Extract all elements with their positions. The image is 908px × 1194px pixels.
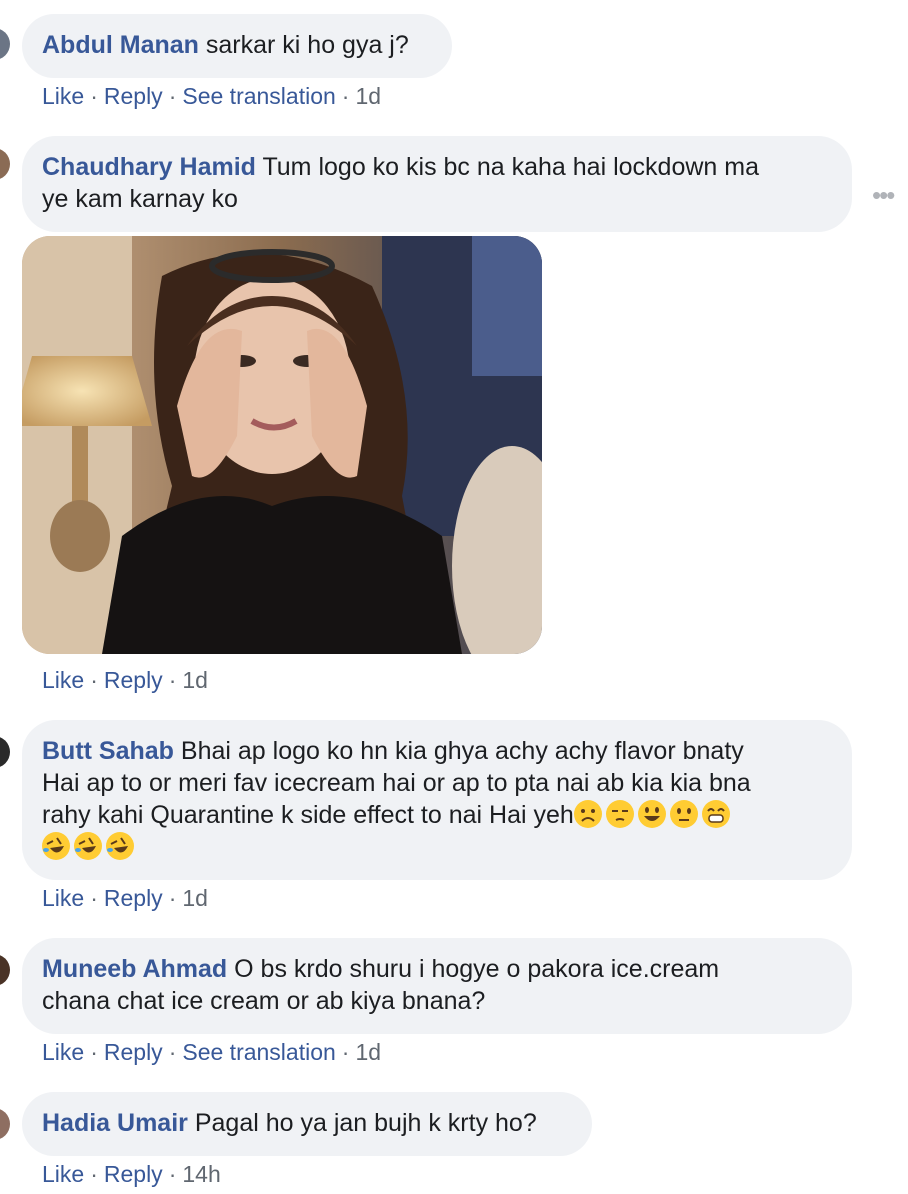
separator-dot: · (341, 83, 350, 109)
comment-bubble: Muneeb Ahmad O bs krdo shuru i hogye o p… (22, 938, 852, 1034)
separator-dot: · (168, 83, 177, 109)
separator-dot: · (168, 1039, 177, 1065)
comment-time[interactable]: 1d (182, 885, 208, 911)
reply-link[interactable]: Reply (104, 1161, 163, 1187)
comment-time[interactable]: 1d (355, 1039, 381, 1065)
grinning-face-icon (637, 800, 666, 828)
neutral-face-icon (669, 800, 698, 828)
separator-dot: · (90, 1039, 98, 1065)
comment-actions: Like · Reply · 14h (42, 1160, 221, 1188)
rolling-laughing-face-icon (42, 832, 70, 860)
like-link[interactable]: Like (42, 83, 84, 109)
avatar[interactable] (0, 1108, 10, 1140)
unamused-face-icon (605, 800, 634, 828)
reply-link[interactable]: Reply (104, 83, 163, 109)
comment-text: Tum logo ko kis bc na kaha hai lockdown … (262, 153, 759, 181)
comment-bubble: Butt Sahab Bhai ap logo ko hn kia ghya a… (22, 720, 852, 880)
comment-time[interactable]: 1d (182, 667, 208, 693)
separator-dot: · (90, 83, 98, 109)
rolling-laughing-face-icon (106, 832, 134, 860)
comment-text: Bhai ap logo ko hn kia ghya achy achy fl… (180, 737, 744, 765)
separator-dot: · (90, 885, 98, 911)
comment-text: rahy kahi Quarantine k side effect to na… (42, 801, 574, 829)
comment-actions: Like · Reply · 1d (42, 666, 208, 694)
see-translation-link[interactable]: See translation (182, 1039, 335, 1065)
comment-bubble: Abdul Manan sarkar ki ho gya j? (22, 14, 452, 78)
separator-dot: · (90, 1161, 98, 1187)
comment-actions: Like · Reply · See translation · 1d (42, 82, 381, 110)
like-link[interactable]: Like (42, 667, 84, 693)
avatar[interactable] (0, 954, 10, 986)
frowning-face-icon (573, 800, 602, 828)
reply-link[interactable]: Reply (104, 1039, 163, 1065)
comment-author[interactable]: Abdul Manan (42, 31, 199, 59)
comment-author[interactable]: Hadia Umair (42, 1109, 188, 1137)
photo-image (22, 236, 542, 654)
beaming-face-icon (701, 800, 730, 828)
like-link[interactable]: Like (42, 885, 84, 911)
comment-text: sarkar ki ho gya j? (205, 31, 409, 59)
separator-dot: · (168, 1161, 177, 1187)
avatar[interactable] (0, 28, 10, 60)
comment-actions: Like · Reply · 1d (42, 884, 208, 912)
separator-dot: · (341, 1039, 350, 1065)
avatar[interactable] (0, 736, 10, 768)
comment-author[interactable]: Muneeb Ahmad (42, 955, 227, 983)
see-translation-link[interactable]: See translation (182, 83, 335, 109)
comment-text: O bs krdo shuru i hogye o pakora ice.cre… (234, 955, 720, 983)
comment-text: Pagal ho ya jan bujh k krty ho? (194, 1109, 537, 1137)
ellipsis-horizontal-icon[interactable]: ••• (872, 180, 895, 211)
reply-link[interactable]: Reply (104, 885, 163, 911)
comment-author[interactable]: Chaudhary Hamid (42, 153, 256, 181)
comment-time[interactable]: 14h (182, 1161, 220, 1187)
like-link[interactable]: Like (42, 1161, 84, 1187)
separator-dot: · (90, 667, 98, 693)
comment-text: Hai ap to or meri fav icecream hai or ap… (42, 769, 751, 797)
avatar[interactable] (0, 148, 10, 180)
separator-dot: · (168, 667, 177, 693)
comment-author[interactable]: Butt Sahab (42, 737, 174, 765)
reply-link[interactable]: Reply (104, 667, 163, 693)
comment-time[interactable]: 1d (355, 83, 381, 109)
comment-bubble: Chaudhary Hamid Tum logo ko kis bc na ka… (22, 136, 852, 232)
comment-bubble: Hadia Umair Pagal ho ya jan bujh k krty … (22, 1092, 592, 1156)
separator-dot: · (168, 885, 177, 911)
comment-text: ye kam karnay ko (42, 185, 238, 213)
comment-text: chana chat ice cream or ab kiya bnana? (42, 987, 486, 1015)
comment-actions: Like · Reply · See translation · 1d (42, 1038, 381, 1066)
comment-photo[interactable] (22, 236, 542, 654)
rolling-laughing-face-icon (74, 832, 102, 860)
like-link[interactable]: Like (42, 1039, 84, 1065)
